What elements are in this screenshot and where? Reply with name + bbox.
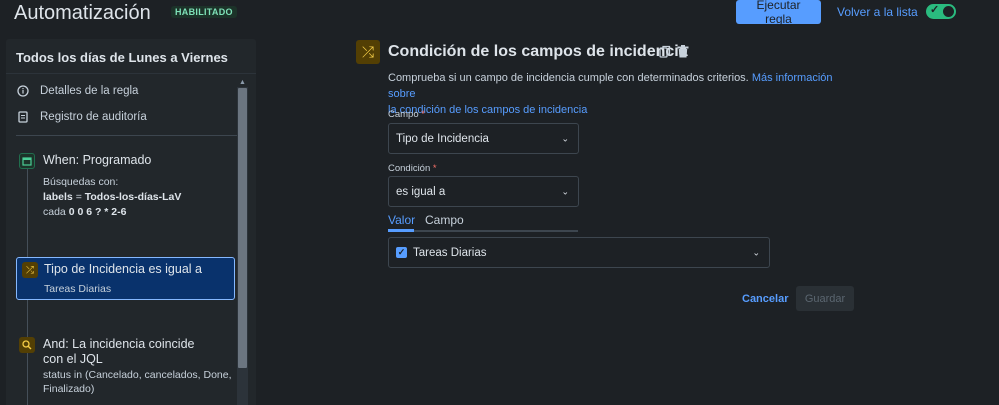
back-to-list-link[interactable]: Volver a la lista: [837, 5, 918, 19]
trigger-line-2: labels = Todos-los-días-LaV: [43, 191, 181, 203]
panel-description: Comprueba si un campo de incidencia cump…: [388, 70, 858, 118]
scrollbar-thumb[interactable]: [238, 88, 247, 368]
shuffle-icon: ⤮: [22, 262, 38, 278]
run-rule-button[interactable]: Ejecutar regla: [736, 0, 821, 26]
trigger-value: Todos-los-días-LaV: [84, 191, 182, 203]
rule-sidebar: Todos los días de Lunes a Viernes Detall…: [6, 39, 256, 405]
sidebar-divider: [16, 135, 238, 136]
field-select-value: Tipo de Incidencia: [396, 132, 489, 145]
trigger-operator: =: [72, 191, 85, 203]
jql-line-2: Finalizado): [43, 383, 95, 395]
condition-label: Condición *: [388, 163, 437, 174]
rule-details-label: Detalles de la regla: [40, 85, 139, 97]
page-title: Automatización: [14, 2, 151, 24]
sidebar-separator: [6, 73, 256, 74]
scroll-up-arrow-icon[interactable]: ▲: [239, 79, 246, 86]
required-mark: *: [432, 163, 437, 174]
description-text: Comprueba si un campo de incidencia cump…: [388, 72, 749, 84]
tab-campo[interactable]: Campo: [425, 213, 464, 227]
shuffle-icon: ⤮: [356, 40, 380, 64]
trigger-key: labels: [43, 191, 73, 203]
field-label: Campo *: [388, 109, 425, 120]
trigger-line-3: cada 0 0 6 ? * 2-6: [43, 206, 126, 218]
required-mark: *: [421, 109, 425, 120]
condition-select-value: es igual a: [396, 185, 446, 198]
save-button[interactable]: Guardar: [796, 286, 854, 311]
document-icon: [16, 110, 30, 124]
value-selected: Tareas Diarias: [413, 246, 487, 259]
rule-details-link[interactable]: Detalles de la regla: [16, 81, 138, 101]
trigger-schedule: 0 0 6 ? * 2-6: [68, 206, 127, 218]
search-icon: [19, 337, 35, 353]
active-tab-indicator: [388, 229, 414, 232]
toggle-knob: [943, 6, 954, 17]
chevron-down-icon: ⌄: [752, 247, 760, 257]
panel-title: Condición de los campos de incidencia: [388, 43, 688, 60]
field-label-text: Campo: [388, 109, 419, 120]
chevron-down-icon: ⌄: [561, 186, 569, 196]
checkbox-checked-icon[interactable]: ✓: [396, 247, 407, 258]
check-icon: ✓: [930, 4, 940, 16]
audit-log-link[interactable]: Registro de auditoría: [16, 107, 147, 127]
jql-title-line-2: con el JQL: [43, 352, 103, 366]
jql-title-line-1: And: La incidencia coincide: [43, 337, 195, 351]
selected-condition-card[interactable]: ⤮ Tipo de Incidencia es igual a Tareas D…: [16, 257, 235, 300]
tab-valor[interactable]: Valor: [388, 213, 415, 227]
enable-toggle[interactable]: ✓: [926, 4, 956, 19]
info-icon: [16, 84, 30, 98]
audit-log-label: Registro de auditoría: [40, 111, 147, 123]
cancel-button[interactable]: Cancelar: [742, 293, 788, 305]
condition-title: Tipo de Incidencia es igual a: [44, 262, 202, 276]
calendar-icon: [19, 153, 35, 169]
copy-icon[interactable]: [659, 45, 671, 61]
status-badge: HABILITADO: [171, 6, 237, 18]
field-select[interactable]: Tipo de Incidencia ⌄: [388, 123, 579, 154]
jql-line-1: status in (Cancelado, cancelados, Done,: [43, 369, 232, 381]
trigger-schedule-prefix: cada: [43, 206, 69, 218]
value-multiselect[interactable]: ✓ Tareas Diarias ⌄: [388, 237, 770, 268]
condition-label-text: Condición: [388, 163, 431, 174]
trigger-line-1: Búsquedas con:: [43, 176, 119, 188]
condition-select[interactable]: es igual a ⌄: [388, 176, 579, 207]
sidebar-title: Todos los días de Lunes a Viernes: [16, 50, 228, 65]
trash-icon[interactable]: [677, 45, 689, 61]
trigger-title: When: Programado: [43, 153, 152, 167]
tabs-underline: [388, 230, 578, 232]
chevron-down-icon: ⌄: [561, 133, 569, 143]
condition-value: Tareas Diarias: [44, 283, 112, 295]
